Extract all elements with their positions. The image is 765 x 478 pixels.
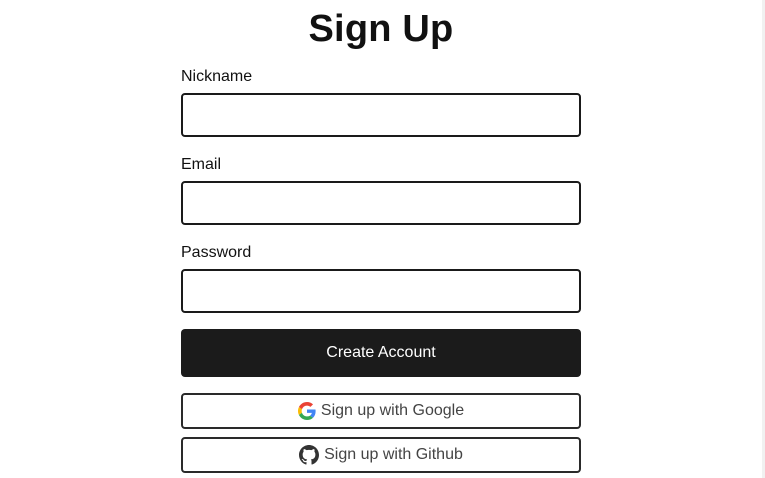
email-label: Email	[181, 156, 222, 173]
page-title: Sign Up	[308, 8, 454, 50]
google-signup-label: Sign up with Google	[320, 402, 465, 419]
password-label: Password	[181, 244, 252, 261]
signup-page: Sign Up Nickname Email Password Create A…	[0, 0, 765, 478]
nickname-input[interactable]	[181, 93, 581, 137]
github-signup-label: Sign up with Github	[324, 446, 463, 463]
password-input[interactable]	[181, 269, 581, 313]
email-input[interactable]	[181, 181, 581, 225]
github-icon	[299, 445, 320, 465]
nickname-label: Nickname	[181, 68, 253, 85]
github-signup-button[interactable]: Sign up with Github	[181, 437, 581, 473]
google-signup-button[interactable]: Sign up with Google	[181, 393, 581, 429]
google-icon	[297, 402, 316, 420]
create-account-button[interactable]: Create Account	[181, 329, 581, 377]
